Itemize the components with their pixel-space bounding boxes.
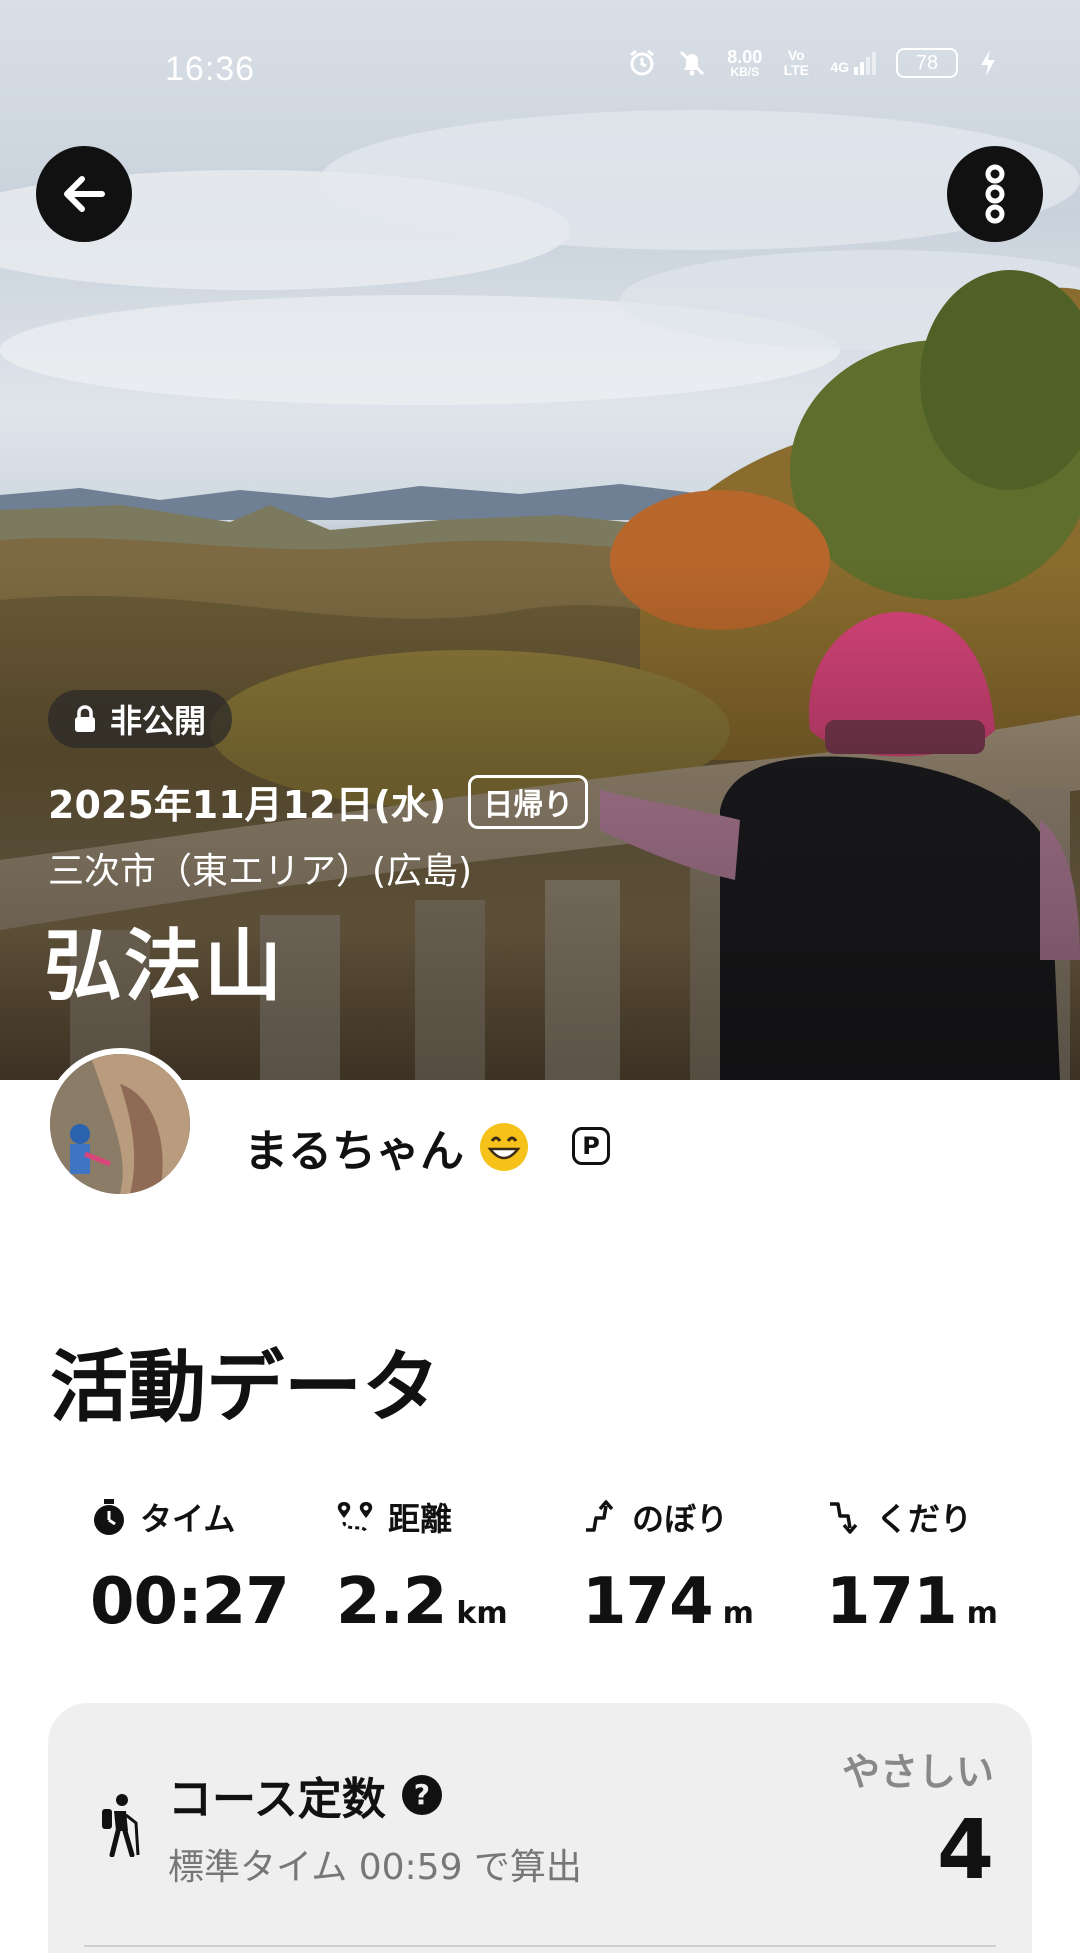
- stat-descent-label: くだり: [876, 1500, 973, 1538]
- privacy-badge: 非公開: [48, 690, 233, 748]
- stat-ascent-value-row: 174 m: [582, 1565, 822, 1639]
- stat-time-label: タイム: [140, 1500, 236, 1538]
- stat-ascent: のぼり 174 m: [582, 1495, 822, 1639]
- user-avatar[interactable]: [44, 1048, 196, 1200]
- stat-distance-label-row: 距離: [336, 1495, 576, 1539]
- stat-time-value: 00:27: [90, 1565, 290, 1639]
- activity-area: 三次市（東エリア）(広島): [48, 851, 473, 892]
- stat-time: タイム 00:27: [90, 1495, 330, 1639]
- stat-time-value-row: 00:27: [90, 1565, 330, 1639]
- stat-time-label-row: タイム: [90, 1495, 330, 1539]
- course-title: コース定数: [168, 1774, 386, 1825]
- network-speed-unit: KB/S: [730, 65, 760, 79]
- signal-bars-icon: [854, 52, 876, 75]
- user-name-row[interactable]: まるちゃん: [244, 1115, 530, 1179]
- charging-icon: [981, 50, 995, 76]
- status-icons: 8.00 KB/S Vo LTE 4G 78: [627, 48, 998, 78]
- avatar-image: [50, 1054, 190, 1194]
- descent-icon: [830, 1502, 858, 1534]
- route-icon: [337, 1502, 373, 1533]
- course-difficulty: やさしい: [841, 1750, 994, 1794]
- stat-descent: くだり 171 m: [826, 1495, 1066, 1639]
- help-icon[interactable]: ?: [401, 1775, 442, 1815]
- stat-descent-unit: m: [966, 1596, 998, 1631]
- stat-ascent-label: のぼり: [632, 1500, 729, 1538]
- volte-indicator: Vo LTE: [783, 47, 810, 78]
- stat-distance-value-row: 2.2 km: [336, 1565, 576, 1639]
- stat-descent-value: 171: [826, 1565, 958, 1639]
- course-title-row: コース定数 ?: [168, 1763, 442, 1827]
- status-bar: 16:36 8.00 KB/S Vo LTE 4G 78: [0, 40, 1080, 100]
- network-speed-value: 8.00: [727, 47, 763, 67]
- hiker-icon: [102, 1794, 140, 1857]
- network-speed: 8.00 KB/S: [727, 48, 762, 78]
- stat-distance: 距離 2.2 km: [336, 1495, 576, 1639]
- status-time: 16:36: [165, 50, 256, 88]
- activity-date-row: 2025年11月12日(水) 日帰り: [48, 774, 589, 829]
- user-name: まるちゃん: [244, 1126, 464, 1177]
- course-subtitle: 標準タイム 00:59 で算出: [168, 1847, 582, 1888]
- more-vertical-icon: [985, 164, 1005, 224]
- battery-indicator: 78: [896, 48, 958, 78]
- premium-badge: P: [572, 1127, 610, 1165]
- mountain-title: 弘法山: [44, 922, 285, 1012]
- network-type: 4G: [830, 59, 849, 75]
- silent-bell-icon: [680, 50, 705, 76]
- stat-ascent-unit: m: [722, 1596, 754, 1631]
- stopwatch-icon: [94, 1499, 124, 1535]
- stat-descent-label-row: くだり: [826, 1495, 1066, 1539]
- trip-type-badge: 日帰り: [468, 774, 589, 829]
- stat-ascent-label-row: のぼり: [582, 1495, 822, 1539]
- ascent-icon: [586, 1500, 614, 1532]
- stat-distance-value: 2.2: [336, 1565, 447, 1639]
- lock-icon: [75, 705, 95, 732]
- course-constant-value: 4: [936, 1803, 994, 1898]
- activity-date: 2025年11月12日(水): [48, 783, 447, 827]
- grinning-face-icon: [480, 1123, 528, 1171]
- activity-section-title: 活動データ: [50, 1343, 441, 1433]
- stat-distance-unit: km: [456, 1596, 508, 1631]
- arrow-left-icon: [64, 176, 105, 212]
- stat-ascent-value: 174: [582, 1565, 714, 1639]
- divider: [84, 1945, 996, 1947]
- alarm-icon: [630, 49, 655, 76]
- stat-distance-label: 距離: [388, 1500, 453, 1538]
- stat-descent-value-row: 171 m: [826, 1565, 1066, 1639]
- back-button[interactable]: [36, 146, 132, 242]
- more-options-button[interactable]: [947, 146, 1043, 242]
- signal-indicator: 4G: [830, 51, 876, 75]
- privacy-label: 非公開: [110, 702, 207, 740]
- course-constant-card[interactable]: コース定数 ? 標準タイム 00:59 で算出 やさしい 4: [48, 1703, 1032, 1953]
- activity-stats: タイム 00:27 距離 2.2 km のぼり 174 m くだり 171 m: [60, 1495, 1020, 1655]
